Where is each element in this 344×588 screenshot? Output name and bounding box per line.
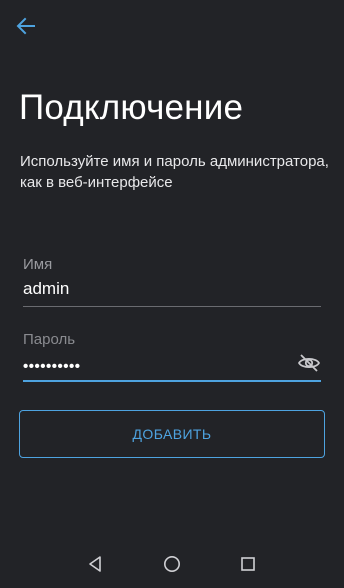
back-button[interactable] — [14, 14, 38, 38]
password-label: Пароль — [23, 331, 76, 348]
circle-home-icon — [164, 556, 180, 572]
nav-home-button[interactable] — [160, 552, 184, 576]
arrow-left-icon — [16, 17, 35, 35]
nav-recents-button[interactable] — [236, 552, 260, 576]
nav-back-button[interactable] — [83, 552, 107, 576]
username-label: Имя — [23, 256, 53, 273]
page-title: Подключение — [19, 88, 244, 127]
password-field[interactable]: Пароль •••••••••• — [23, 331, 321, 383]
username-underline — [23, 306, 321, 307]
connection-screen: Подключение Используйте имя и пароль адм… — [0, 0, 344, 588]
eye-off-icon — [298, 354, 320, 372]
square-recents-icon — [241, 557, 255, 571]
add-button[interactable]: ДОБАВИТЬ — [19, 410, 325, 458]
system-navigation-bar — [0, 540, 344, 588]
password-input[interactable]: •••••••••• — [23, 358, 321, 382]
triangle-back-icon — [89, 556, 101, 572]
page-subtitle: Используйте имя и пароль администратора,… — [20, 153, 329, 191]
password-underline — [23, 380, 321, 382]
username-field[interactable]: Имя admin — [23, 256, 321, 308]
password-visibility-toggle[interactable] — [297, 352, 321, 374]
username-input[interactable]: admin — [23, 279, 321, 303]
